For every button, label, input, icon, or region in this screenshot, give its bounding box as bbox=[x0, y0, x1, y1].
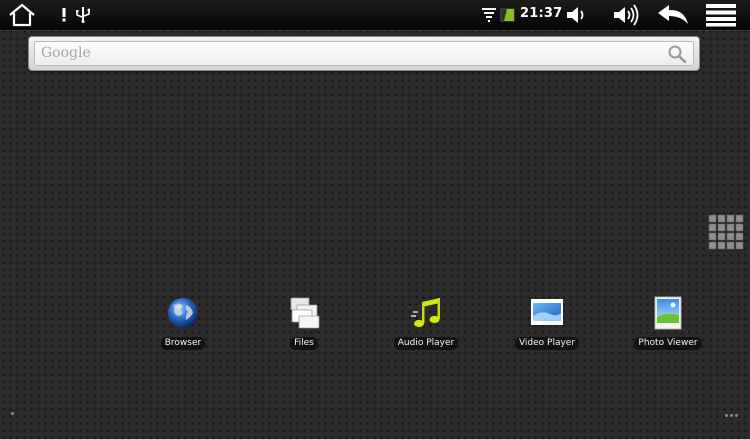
app-audio-player[interactable]: Audio Player bbox=[381, 296, 471, 350]
app-browser[interactable]: Browser bbox=[138, 296, 228, 350]
app-drawer-icon[interactable] bbox=[708, 214, 746, 252]
page-indicator-left[interactable] bbox=[11, 412, 14, 415]
app-label: Audio Player bbox=[393, 337, 459, 350]
volume-up-icon[interactable] bbox=[612, 3, 642, 27]
status-clock: 21:37 bbox=[520, 6, 563, 21]
search-icon[interactable] bbox=[667, 45, 687, 63]
home-icon[interactable] bbox=[7, 3, 37, 27]
volume-down-icon[interactable] bbox=[565, 4, 589, 26]
folder-stack-icon bbox=[290, 297, 320, 329]
wifi-icon bbox=[482, 8, 496, 22]
page-indicator-right-3[interactable] bbox=[735, 414, 738, 417]
battery-icon bbox=[500, 8, 515, 22]
warning-notification-icon[interactable] bbox=[58, 8, 70, 22]
app-label: Video Player bbox=[514, 337, 580, 350]
page-indicator-right-1[interactable] bbox=[725, 414, 728, 417]
video-screen-icon bbox=[531, 299, 563, 325]
google-search-widget[interactable]: Google bbox=[28, 36, 700, 71]
app-video-player[interactable]: Video Player bbox=[502, 296, 592, 350]
status-bar: 21:37 bbox=[0, 0, 750, 31]
search-placeholder: Google bbox=[41, 45, 91, 61]
music-note-icon bbox=[411, 298, 440, 328]
back-icon[interactable] bbox=[656, 3, 690, 27]
search-input[interactable]: Google bbox=[34, 41, 694, 66]
app-label: Files bbox=[290, 337, 318, 350]
usb-notification-icon[interactable] bbox=[76, 7, 90, 23]
globe-icon bbox=[168, 298, 198, 328]
app-label: Browser bbox=[160, 337, 206, 350]
app-files[interactable]: Files bbox=[259, 296, 349, 350]
app-label: Photo Viewer bbox=[634, 337, 702, 350]
photo-icon bbox=[654, 296, 682, 330]
page-indicator-right-2[interactable] bbox=[730, 414, 733, 417]
app-photo-viewer[interactable]: Photo Viewer bbox=[623, 296, 713, 350]
menu-icon[interactable] bbox=[705, 3, 737, 27]
